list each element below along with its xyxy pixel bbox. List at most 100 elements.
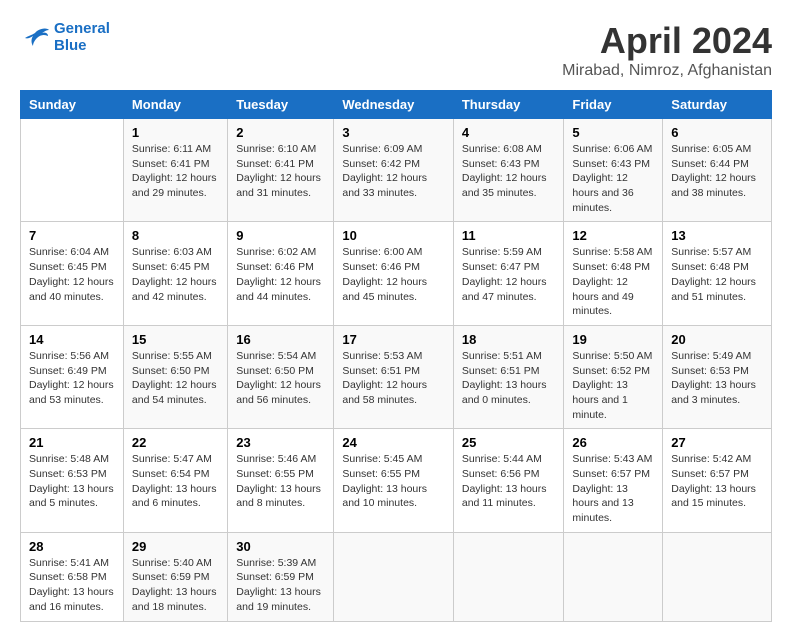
cell-info: Sunrise: 5:48 AMSunset: 6:53 PMDaylight:… <box>29 452 115 511</box>
calendar-cell: 15Sunrise: 5:55 AMSunset: 6:50 PMDayligh… <box>123 325 227 428</box>
cell-info: Sunrise: 6:09 AMSunset: 6:42 PMDaylight:… <box>342 142 445 201</box>
day-number: 28 <box>29 539 115 554</box>
day-number: 5 <box>572 125 654 140</box>
calendar-cell: 12 Sunrise: 5:58 AMSunset: 6:48 PMDayligh… <box>564 222 663 325</box>
day-number: 30 <box>236 539 325 554</box>
cell-info: Sunrise: 5:44 AMSunset: 6:56 PMDaylight:… <box>462 452 556 511</box>
day-number: 11 <box>462 228 556 243</box>
week-row-3: 14 Sunrise: 5:56 AMSunset: 6:49 PMDayligh… <box>21 325 772 428</box>
day-number: 16 <box>236 332 325 347</box>
cell-info: Sunrise: 5:41 AMSunset: 6:58 PMDaylight:… <box>29 556 115 615</box>
cell-info: Sunrise: 6:03 AMSunset: 6:45 PMDaylight:… <box>132 245 219 304</box>
cell-info: Sunrise: 5:47 AMSunset: 6:54 PMDaylight:… <box>132 452 219 511</box>
calendar-cell: 29 Sunrise: 5:40 AMSunset: 6:59 PMDayligh… <box>123 532 227 621</box>
calendar-cell <box>564 532 663 621</box>
day-number: 2 <box>236 125 325 140</box>
calendar-cell: 4 Sunrise: 6:08 AMSunset: 6:43 PMDaylight… <box>453 119 564 222</box>
cell-info: Sunrise: 5:46 AMSunset: 6:55 PMDaylight:… <box>236 452 325 511</box>
calendar-cell <box>453 532 564 621</box>
calendar-cell: 13 Sunrise: 5:57 AMSunset: 6:48 PMDayligh… <box>663 222 772 325</box>
day-number: 7 <box>29 228 115 243</box>
calendar-cell: 2 Sunrise: 6:10 AMSunset: 6:41 PMDaylight… <box>228 119 334 222</box>
day-number: 14 <box>29 332 115 347</box>
calendar-cell: 30 Sunrise: 5:39 AMSunset: 6:59 PMDayligh… <box>228 532 334 621</box>
logo-text: General Blue <box>54 20 110 54</box>
calendar-table: SundayMondayTuesdayWednesdayThursdayFrid… <box>20 90 772 622</box>
logo-icon <box>20 25 50 49</box>
calendar-cell: 22 Sunrise: 5:47 AMSunset: 6:54 PMDayligh… <box>123 429 227 532</box>
calendar-cell: 25 Sunrise: 5:44 AMSunset: 6:56 PMDayligh… <box>453 429 564 532</box>
cell-info: Sunrise: 5:54 AMSunset: 6:50 PMDaylight:… <box>236 349 325 408</box>
calendar-cell: 24 Sunrise: 5:45 AMSunset: 6:55 PMDayligh… <box>334 429 454 532</box>
cell-info: Sunrise: 5:43 AMSunset: 6:57 PMDaylight:… <box>572 452 654 525</box>
calendar-cell: 26 Sunrise: 5:43 AMSunset: 6:57 PMDayligh… <box>564 429 663 532</box>
day-number: 6 <box>671 125 763 140</box>
cell-info: Sunrise: 5:39 AMSunset: 6:59 PMDaylight:… <box>236 556 325 615</box>
cell-info: Sunrise: 6:10 AMSunset: 6:41 PMDaylight:… <box>236 142 325 201</box>
day-number: 29 <box>132 539 219 554</box>
cell-info: Sunrise: 6:00 AMSunset: 6:46 PMDaylight:… <box>342 245 445 304</box>
day-number: 25 <box>462 435 556 450</box>
title-section: April 2024 Mirabad, Nimroz, Afghanistan <box>562 20 772 80</box>
day-header-saturday: Saturday <box>663 91 772 119</box>
calendar-cell: 19Sunrise: 5:50 AMSunset: 6:52 PMDayligh… <box>564 325 663 428</box>
cell-info: Sunrise: 5:53 AMSunset: 6:51 PMDaylight:… <box>342 349 445 408</box>
calendar-cell <box>21 119 124 222</box>
header-row: SundayMondayTuesdayWednesdayThursdayFrid… <box>21 91 772 119</box>
calendar-cell <box>663 532 772 621</box>
day-number: 8 <box>132 228 219 243</box>
calendar-cell: 23 Sunrise: 5:46 AMSunset: 6:55 PMDayligh… <box>228 429 334 532</box>
day-number: 9 <box>236 228 325 243</box>
calendar-cell <box>334 532 454 621</box>
day-number: 18 <box>462 332 556 347</box>
calendar-cell: 11 Sunrise: 5:59 AMSunset: 6:47 PMDayligh… <box>453 222 564 325</box>
day-number: 24 <box>342 435 445 450</box>
day-number: 1 <box>132 125 219 140</box>
calendar-cell: 3 Sunrise: 6:09 AMSunset: 6:42 PMDaylight… <box>334 119 454 222</box>
day-header-friday: Friday <box>564 91 663 119</box>
cell-info: Sunrise: 5:45 AMSunset: 6:55 PMDaylight:… <box>342 452 445 511</box>
page-header: General Blue April 2024 Mirabad, Nimroz,… <box>20 20 772 80</box>
cell-info: Sunrise: 5:58 AMSunset: 6:48 PMDaylight:… <box>572 245 654 318</box>
cell-info: Sunrise: 6:04 AMSunset: 6:45 PMDaylight:… <box>29 245 115 304</box>
cell-info: Sunrise: 6:08 AMSunset: 6:43 PMDaylight:… <box>462 142 556 201</box>
day-number: 13 <box>671 228 763 243</box>
cell-info: Sunrise: 5:42 AMSunset: 6:57 PMDaylight:… <box>671 452 763 511</box>
calendar-cell: 18 Sunrise: 5:51 AMSunset: 6:51 PMDayligh… <box>453 325 564 428</box>
day-number: 21 <box>29 435 115 450</box>
calendar-title: April 2024 <box>562 20 772 62</box>
cell-info: Sunrise: 6:02 AMSunset: 6:46 PMDaylight:… <box>236 245 325 304</box>
day-number: 27 <box>671 435 763 450</box>
cell-info: Sunrise: 5:40 AMSunset: 6:59 PMDaylight:… <box>132 556 219 615</box>
calendar-cell: 10Sunrise: 6:00 AMSunset: 6:46 PMDayligh… <box>334 222 454 325</box>
logo: General Blue <box>20 20 110 54</box>
day-header-thursday: Thursday <box>453 91 564 119</box>
day-number: 4 <box>462 125 556 140</box>
day-number: 23 <box>236 435 325 450</box>
day-number: 3 <box>342 125 445 140</box>
week-row-1: 1 Sunrise: 6:11 AMSunset: 6:41 PMDaylight… <box>21 119 772 222</box>
cell-info: Sunrise: 5:59 AMSunset: 6:47 PMDaylight:… <box>462 245 556 304</box>
day-number: 20 <box>671 332 763 347</box>
calendar-cell: 6Sunrise: 6:05 AMSunset: 6:44 PMDaylight… <box>663 119 772 222</box>
cell-info: Sunrise: 6:11 AMSunset: 6:41 PMDaylight:… <box>132 142 219 201</box>
calendar-subtitle: Mirabad, Nimroz, Afghanistan <box>562 62 772 80</box>
calendar-cell: 8 Sunrise: 6:03 AMSunset: 6:45 PMDaylight… <box>123 222 227 325</box>
week-row-5: 28 Sunrise: 5:41 AMSunset: 6:58 PMDayligh… <box>21 532 772 621</box>
cell-info: Sunrise: 5:49 AMSunset: 6:53 PMDaylight:… <box>671 349 763 408</box>
day-number: 15 <box>132 332 219 347</box>
day-number: 19 <box>572 332 654 347</box>
cell-info: Sunrise: 5:56 AMSunset: 6:49 PMDaylight:… <box>29 349 115 408</box>
calendar-cell: 20 Sunrise: 5:49 AMSunset: 6:53 PMDayligh… <box>663 325 772 428</box>
calendar-cell: 1 Sunrise: 6:11 AMSunset: 6:41 PMDaylight… <box>123 119 227 222</box>
day-number: 22 <box>132 435 219 450</box>
calendar-cell: 16 Sunrise: 5:54 AMSunset: 6:50 PMDayligh… <box>228 325 334 428</box>
cell-info: Sunrise: 5:57 AMSunset: 6:48 PMDaylight:… <box>671 245 763 304</box>
day-header-monday: Monday <box>123 91 227 119</box>
cell-info: Sunrise: 5:51 AMSunset: 6:51 PMDaylight:… <box>462 349 556 408</box>
day-number: 26 <box>572 435 654 450</box>
day-header-wednesday: Wednesday <box>334 91 454 119</box>
cell-info: Sunrise: 6:06 AMSunset: 6:43 PMDaylight:… <box>572 142 654 215</box>
day-header-sunday: Sunday <box>21 91 124 119</box>
day-number: 12 <box>572 228 654 243</box>
